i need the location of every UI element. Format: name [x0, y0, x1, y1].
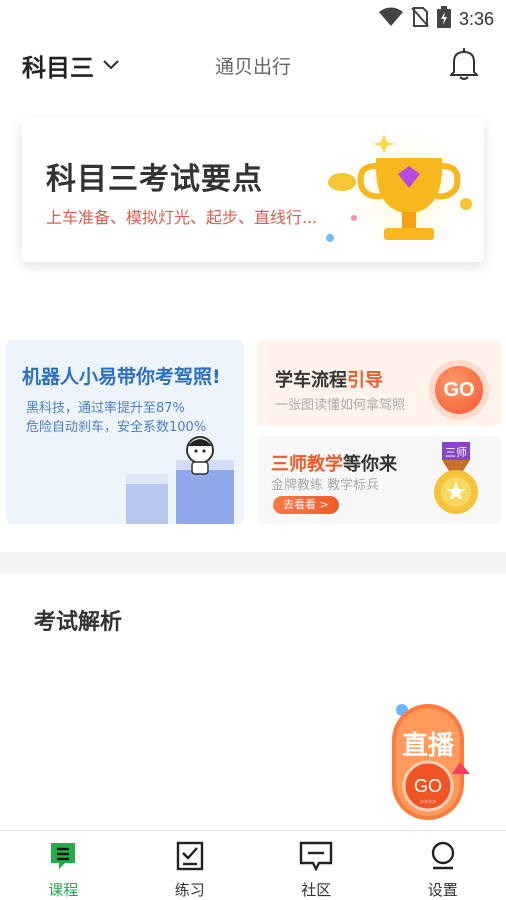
status-time: 3:36	[458, 8, 494, 29]
svg-text:GO: GO	[414, 776, 442, 796]
section-title: 考试解析	[34, 610, 123, 635]
practice-checklist-icon	[176, 841, 204, 875]
settings-person-icon	[429, 841, 457, 875]
tab-community[interactable]: 社区	[253, 831, 380, 900]
medal-icon: 三师	[434, 442, 478, 514]
exam-points-banner[interactable]: 科目三考试要点 上车准备、模拟灯光、起步、直线行...	[22, 118, 484, 262]
robot-card-line2: 危险自动刹车，安全系数100%	[26, 420, 207, 435]
tab-practice[interactable]: 练习	[127, 831, 254, 900]
tab-course-label: 课程	[48, 881, 79, 899]
app-title: 通贝出行	[214, 56, 291, 78]
banner-subtitle: 上车准备、模拟灯光、起步、直线行...	[46, 208, 318, 227]
community-chat-icon	[299, 841, 333, 875]
course-icon	[49, 841, 77, 875]
teachers-card-subtitle: 金牌教练 教学标兵	[271, 478, 380, 493]
bottom-tab-bar: 课程 练习 社区 设置	[0, 830, 506, 900]
battery-charging-icon	[436, 6, 451, 32]
live-stream-float[interactable]: 直播 GO >>>>	[386, 700, 476, 824]
go-button[interactable]: GO	[435, 366, 483, 414]
app-header: 科目三 通贝出行	[0, 42, 506, 88]
svg-text:直播: 直播	[402, 731, 455, 761]
trophy-illustration	[326, 118, 484, 262]
tab-settings[interactable]: 设置	[380, 831, 506, 900]
svg-text:三师: 三师	[445, 446, 467, 459]
no-sim-icon	[411, 7, 429, 31]
teachers-card-title: 三师教学等你来	[271, 454, 397, 475]
process-card-title: 学车流程引导	[275, 370, 383, 391]
three-teachers-card[interactable]: 三师教学等你来 金牌教练 教学标兵 去看看 > 三师	[257, 436, 501, 524]
tab-community-label: 社区	[301, 881, 332, 899]
bell-icon[interactable]	[448, 48, 480, 84]
status-bar: 3:36	[0, 0, 506, 34]
robot-card-line1: 黑科技，通过率提升至87%	[26, 401, 185, 416]
tab-practice-label: 练习	[174, 881, 205, 899]
robot-card-title: 机器人小易带你考驾照!	[22, 366, 221, 388]
tab-course[interactable]: 课程	[0, 831, 127, 900]
svg-text:>>>>: >>>>	[420, 799, 436, 806]
look-button[interactable]: 去看看 >	[273, 496, 339, 514]
banner-title: 科目三考试要点	[46, 162, 263, 197]
robot-promo-card[interactable]: 机器人小易带你考驾照! 黑科技，通过率提升至87% 危险自动刹车，安全系数100…	[6, 340, 244, 524]
tab-settings-label: 设置	[427, 881, 458, 899]
wifi-icon	[378, 7, 403, 31]
live-badge-icon: 直播 GO >>>>	[392, 704, 470, 820]
learning-process-card[interactable]: 学车流程引导 一张图读懂如何拿驾照 GO	[257, 340, 501, 426]
process-card-subtitle: 一张图读懂如何拿驾照	[275, 398, 406, 413]
section-divider	[0, 552, 506, 574]
robot-illustration	[126, 436, 234, 524]
